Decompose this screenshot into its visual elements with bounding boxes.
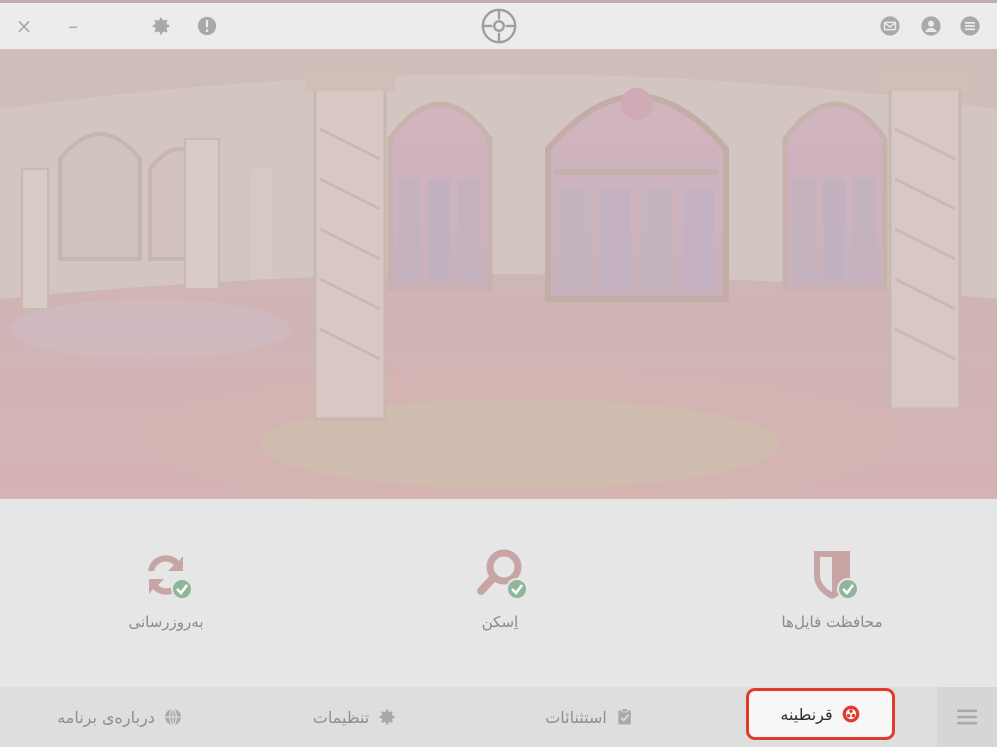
nav-quarantine[interactable]: قرنطینه <box>746 688 895 740</box>
nav-settings-label: تنظیمات <box>312 707 370 727</box>
title-bar: × – <box>0 3 997 49</box>
minimize-button[interactable]: – <box>60 13 86 39</box>
hamburger-icon <box>957 709 977 725</box>
menu-icon <box>960 16 980 36</box>
gear-icon <box>152 17 170 35</box>
minimize-icon: – <box>68 14 78 38</box>
nav-exclusions[interactable]: استثنائات <box>520 695 660 739</box>
alert-icon <box>197 16 217 36</box>
menu-button[interactable] <box>957 13 983 39</box>
shield-check-icon <box>814 551 859 600</box>
nav-about-label: درباره‌ی برنامه <box>57 707 155 727</box>
update-feature[interactable]: به‌روزرسانی <box>86 543 246 631</box>
nav-exclusions-label: استثنائات <box>545 707 607 727</box>
file-protection-feature[interactable]: محافظت فایل‌ها <box>752 543 912 631</box>
scan-label: اِسکن <box>481 613 519 631</box>
biohazard-icon <box>842 705 859 723</box>
close-icon: × <box>15 14 33 38</box>
mail-icon <box>880 16 900 36</box>
crosshair-logo-icon <box>481 8 517 44</box>
feature-panel: به‌روزرسانی اِسکن محافظت فایل‌ها <box>0 499 997 687</box>
clipboard-check-icon <box>618 708 631 725</box>
refresh-check-icon <box>148 555 193 600</box>
user-icon <box>921 16 941 36</box>
nav-settings[interactable]: تنظیمات <box>290 695 420 739</box>
nav-quarantine-label: قرنطینه <box>780 704 833 724</box>
globe-icon <box>164 708 181 726</box>
side-menu-button[interactable] <box>937 687 997 747</box>
close-button[interactable]: × <box>11 13 37 39</box>
alert-button[interactable] <box>194 13 220 39</box>
scan-feature[interactable]: اِسکن <box>420 543 580 631</box>
bottom-nav: درباره‌ی برنامه تنظیمات استثنائات قرنطین… <box>0 687 997 747</box>
user-button[interactable] <box>918 13 944 39</box>
search-check-icon <box>477 549 528 600</box>
settings-button[interactable] <box>148 13 174 39</box>
file-protection-label: محافظت فایل‌ها <box>781 613 883 631</box>
gear-icon <box>379 709 395 725</box>
update-label: به‌روزرسانی <box>128 613 204 631</box>
mail-button[interactable] <box>877 13 903 39</box>
nav-about[interactable]: درباره‌ی برنامه <box>40 695 200 739</box>
hero-banner-image <box>0 49 997 499</box>
